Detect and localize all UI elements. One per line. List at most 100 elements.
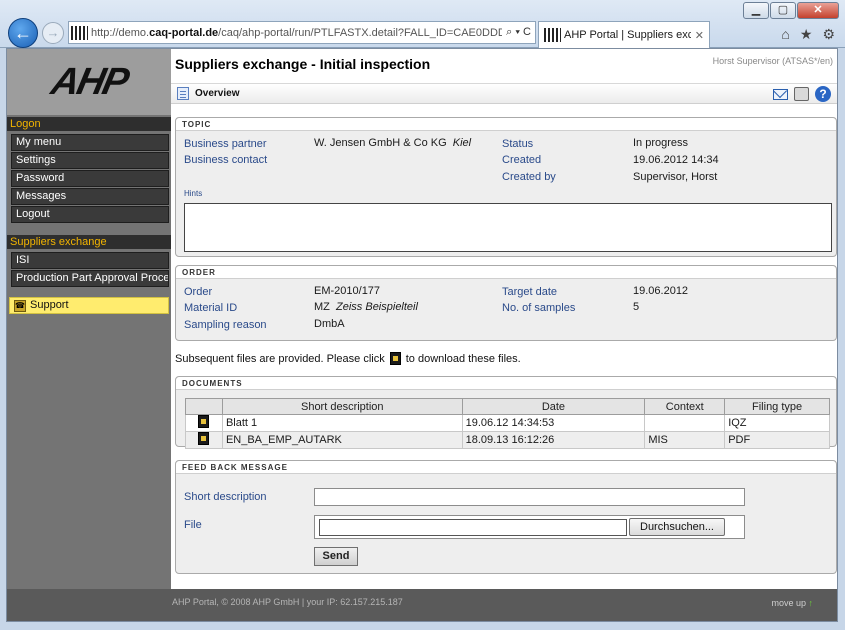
samples-label: No. of samples bbox=[502, 302, 576, 314]
menu-item-logout[interactable]: Logout bbox=[11, 206, 169, 223]
tab-favicon-icon bbox=[544, 28, 561, 42]
menu-item-settings[interactable]: Settings bbox=[11, 152, 169, 169]
menu-item-my-menu[interactable]: My menu bbox=[11, 134, 169, 151]
row-download-cell[interactable] bbox=[185, 414, 223, 432]
cell-description: EN_BA_EMP_AUTARK bbox=[221, 431, 463, 449]
page-frame: AHP Logon My menu Settings Password Mess… bbox=[6, 48, 838, 622]
print-icon[interactable] bbox=[794, 87, 809, 101]
table-row[interactable]: Blatt 1 19.06.12 14:34:53 IQZ bbox=[185, 414, 830, 432]
user-info: Horst Supervisor (ATSAS*/en) bbox=[712, 56, 833, 66]
send-button[interactable]: Send bbox=[314, 547, 358, 566]
logo-text: AHP bbox=[47, 60, 131, 103]
table-row[interactable]: EN_BA_EMP_AUTARK 18.09.13 16:12:26 MIS P… bbox=[185, 431, 830, 449]
back-icon[interactable]: ← bbox=[8, 18, 38, 48]
business-contact-label: Business contact bbox=[184, 154, 268, 166]
sampling-reason-label: Sampling reason bbox=[184, 319, 267, 331]
short-description-input[interactable] bbox=[314, 488, 745, 506]
target-date-label: Target date bbox=[502, 286, 558, 298]
menu-item-support[interactable]: ☎ Support bbox=[9, 297, 169, 314]
col-context[interactable]: Context bbox=[644, 398, 726, 415]
hints-textarea[interactable] bbox=[184, 203, 832, 252]
status-value: In progress bbox=[633, 137, 689, 149]
business-partner-value: W. Jensen GmbH & Co KG Kiel bbox=[314, 137, 472, 149]
maximize-button[interactable]: ▢ bbox=[770, 2, 796, 19]
table-header-row: Short description Date Context Filing ty… bbox=[185, 398, 830, 415]
arrow-up-icon: ↑ bbox=[808, 598, 814, 608]
sidebar: AHP Logon My menu Settings Password Mess… bbox=[7, 49, 171, 589]
menu-item-isi[interactable]: ISI bbox=[11, 252, 169, 269]
download-icon[interactable] bbox=[198, 415, 210, 428]
download-icon[interactable] bbox=[389, 352, 401, 365]
address-bar[interactable]: http://demo.caq-portal.de/caq/ahp-portal… bbox=[68, 21, 536, 44]
help-icon[interactable]: ? bbox=[815, 86, 831, 102]
browser-toolbar: ⌂ ★ ⚙ bbox=[781, 26, 835, 43]
file-label: File bbox=[184, 519, 202, 531]
col-date[interactable]: Date bbox=[461, 398, 646, 415]
ahp-logo[interactable]: AHP bbox=[7, 49, 171, 115]
site-favicon-icon bbox=[71, 25, 88, 40]
support-label: Support bbox=[30, 299, 69, 311]
minimize-button[interactable]: ▁ bbox=[743, 2, 769, 19]
page-title: Suppliers exchange - Initial inspection bbox=[175, 56, 431, 72]
sampling-reason-value: DmbA bbox=[314, 318, 345, 330]
documents-panel: DOCUMENTS Short description Date Context… bbox=[175, 376, 837, 449]
footer-text: AHP Portal, © 2008 AHP GmbH | your IP: 6… bbox=[172, 597, 403, 607]
created-value: 19.06.2012 14:34 bbox=[633, 154, 719, 166]
created-by-value: Supervisor, Horst bbox=[633, 171, 718, 183]
file-path-input[interactable] bbox=[319, 519, 627, 536]
hints-label: Hints bbox=[184, 189, 203, 198]
feedback-heading: FEED BACK MESSAGE bbox=[176, 461, 836, 474]
settings-gear-icon[interactable]: ⚙ bbox=[822, 26, 835, 43]
cell-filing-type: PDF bbox=[724, 431, 830, 449]
cell-context: MIS bbox=[644, 431, 726, 449]
created-label: Created bbox=[502, 154, 542, 166]
col-filing-type[interactable]: Filing type bbox=[724, 398, 830, 415]
material-id-label: Material ID bbox=[184, 302, 238, 314]
menu-item-ppap[interactable]: Production Part Approval Process bbox=[11, 270, 169, 287]
logon-section-header: Logon bbox=[7, 117, 171, 131]
mail-icon[interactable] bbox=[773, 88, 788, 100]
overview-tab[interactable]: Overview bbox=[195, 88, 239, 99]
browser-chrome: ▁ ▢ ✕ ← → http://demo.caq-portal.de/caq/… bbox=[0, 0, 845, 48]
main-content: Suppliers exchange - Initial inspection … bbox=[171, 49, 837, 589]
close-window-button[interactable]: ✕ bbox=[797, 2, 839, 19]
home-icon[interactable]: ⌂ bbox=[781, 26, 789, 43]
menu-item-messages[interactable]: Messages bbox=[11, 188, 169, 205]
favorites-star-icon[interactable]: ★ bbox=[800, 26, 813, 43]
support-phone-icon: ☎ bbox=[14, 299, 26, 312]
row-download-cell[interactable] bbox=[185, 431, 223, 449]
topic-heading: TOPIC bbox=[176, 118, 836, 131]
status-label: Status bbox=[502, 138, 534, 150]
suppliers-section-header: Suppliers exchange bbox=[7, 235, 171, 249]
address-url[interactable]: http://demo.caq-portal.de/caq/ahp-portal… bbox=[91, 27, 502, 39]
material-id-value: MZ Zeiss Beispielteil bbox=[314, 301, 418, 313]
download-icon[interactable] bbox=[198, 432, 210, 445]
samples-value: 5 bbox=[633, 301, 640, 313]
cell-date: 19.06.12 14:34:53 bbox=[461, 414, 646, 432]
overview-document-icon bbox=[177, 87, 189, 100]
cell-context bbox=[644, 414, 726, 432]
col-short-description[interactable]: Short description bbox=[221, 398, 463, 415]
feedback-panel: FEED BACK MESSAGE Short description File… bbox=[175, 460, 837, 574]
file-upload: Durchsuchen... bbox=[314, 515, 745, 539]
tab-close-icon[interactable]: ✕ bbox=[695, 29, 704, 42]
order-panel: ORDER Order EM-2010/177 Target date 19.0… bbox=[175, 265, 837, 341]
footer: AHP Portal, © 2008 AHP GmbH | your IP: 6… bbox=[7, 589, 837, 621]
address-tools[interactable]: ⌕ ▾ C bbox=[502, 26, 535, 39]
download-note-suffix: to download these files. bbox=[405, 352, 521, 365]
tab-title: AHP Portal | Suppliers exch... bbox=[564, 29, 691, 41]
cell-date: 18.09.13 16:12:26 bbox=[461, 431, 646, 449]
documents-heading: DOCUMENTS bbox=[176, 377, 836, 390]
download-note-text: Subsequent files are provided. Please cl… bbox=[175, 352, 385, 365]
target-date-value: 19.06.2012 bbox=[633, 285, 689, 297]
cell-filing-type: IQZ bbox=[724, 414, 830, 432]
topic-panel: TOPIC Business partner W. Jensen GmbH & … bbox=[175, 117, 837, 257]
forward-icon[interactable]: → bbox=[42, 22, 64, 44]
col-icon bbox=[185, 398, 223, 415]
browse-button[interactable]: Durchsuchen... bbox=[629, 518, 725, 536]
move-up-link[interactable]: move up ↑ bbox=[771, 598, 813, 608]
created-by-label: Created by bbox=[502, 171, 556, 183]
menu-item-password[interactable]: Password bbox=[11, 170, 169, 187]
browser-tab[interactable]: AHP Portal | Suppliers exch... ✕ bbox=[538, 21, 710, 48]
order-label: Order bbox=[184, 286, 213, 298]
